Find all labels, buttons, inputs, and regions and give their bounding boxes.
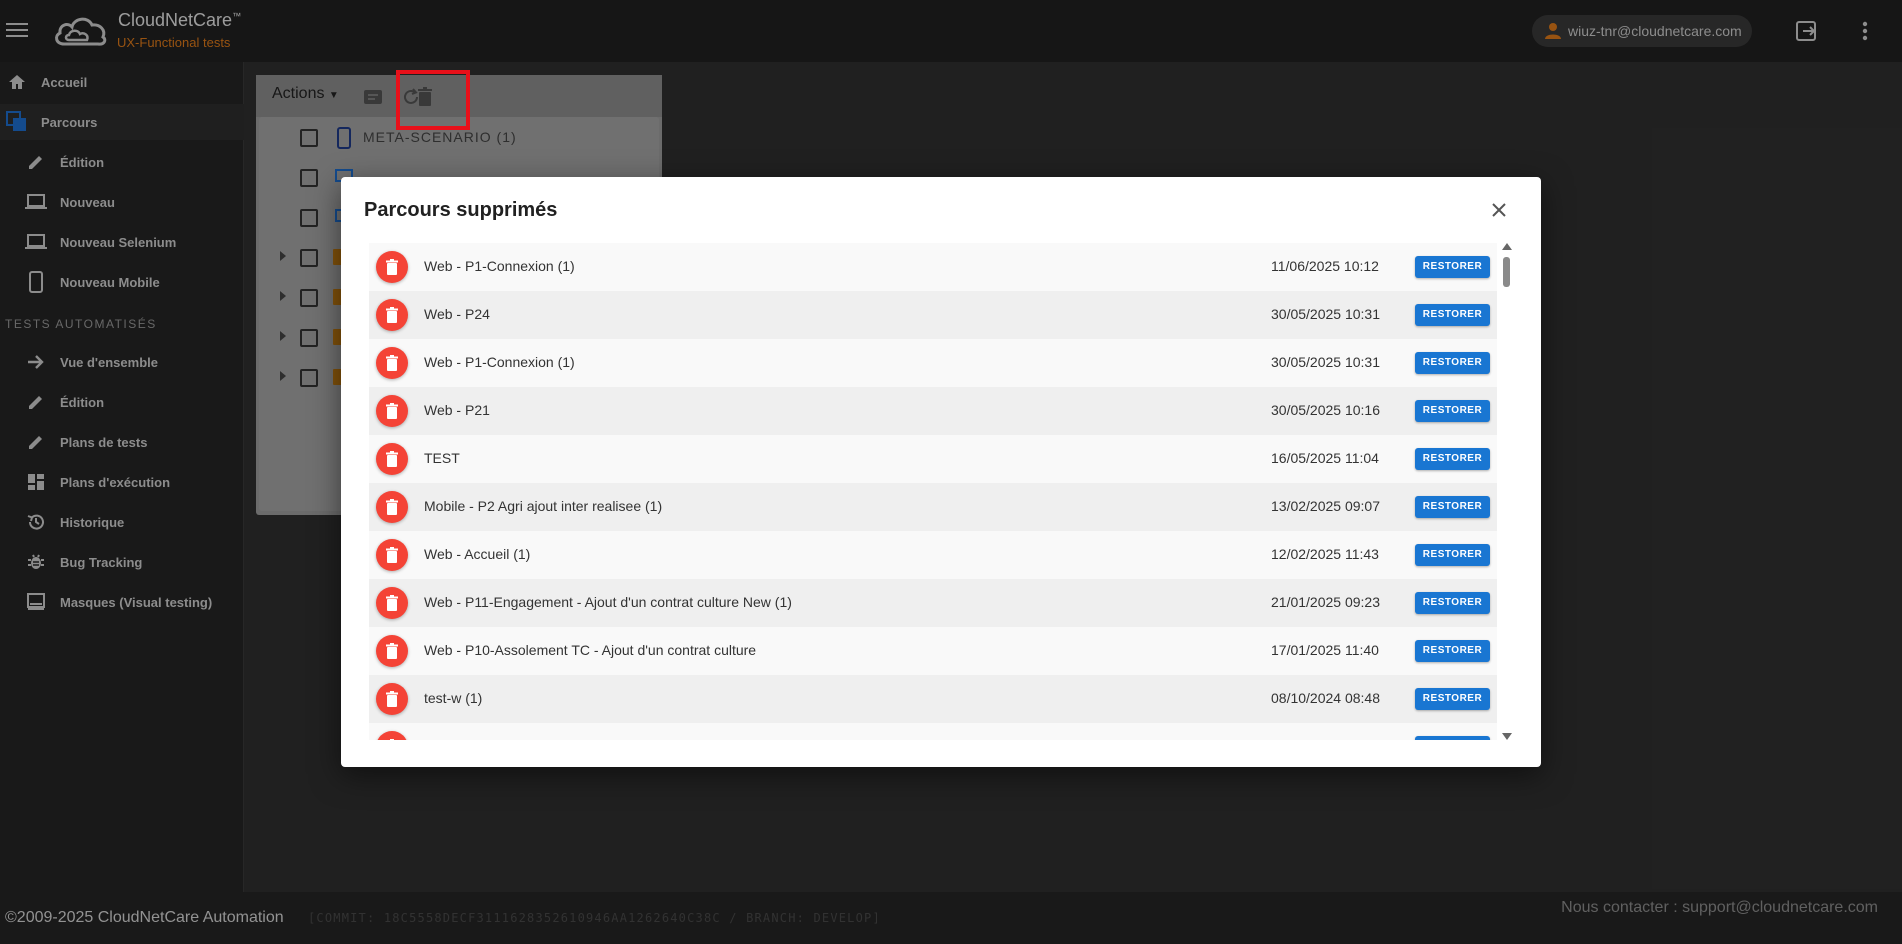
trash-icon [390, 739, 394, 740]
parcours-name: test [424, 738, 447, 740]
delete-button[interactable] [376, 683, 408, 715]
trash-icon [386, 451, 398, 467]
deleted-date: 30/05/2025 10:16 [1271, 402, 1380, 418]
restore-button[interactable]: RESTORER [1415, 496, 1490, 518]
deleted-date: 12/02/2025 11:43 [1271, 546, 1379, 562]
scroll-thumb[interactable] [1503, 257, 1510, 287]
restore-button[interactable]: RESTORER [1415, 688, 1490, 710]
scroll-up-icon[interactable] [1502, 243, 1512, 250]
restore-button[interactable]: RESTORER [1415, 448, 1490, 470]
delete-button[interactable] [376, 347, 408, 379]
delete-button[interactable] [376, 731, 408, 740]
delete-button[interactable] [376, 635, 408, 667]
deleted-date: 21/01/2025 09:23 [1271, 594, 1380, 610]
scroll-down-icon[interactable] [1502, 733, 1512, 740]
close-icon[interactable] [1487, 198, 1511, 222]
deleted-date: 30/05/2025 10:31 [1271, 306, 1380, 322]
list-item: Web - P10-Assolement TC - Ajout d'un con… [369, 627, 1497, 675]
restore-button[interactable]: RESTORER [1415, 304, 1490, 326]
dialog-title: Parcours supprimés [364, 199, 558, 221]
list-item: TEST 16/05/2025 11:04 RESTORER [369, 435, 1497, 483]
deleted-list: Web - P1-Connexion (1) 11/06/2025 10:12 RE… [369, 243, 1497, 740]
list-item: Web - P11-Engagement - Ajout d'un contra… [369, 579, 1497, 627]
parcours-name: Web - P11-Engagement - Ajout d'un contra… [424, 594, 792, 610]
list-item: Web - P24 30/05/2025 10:31 RESTORER [369, 291, 1497, 339]
deleted-date: 17/01/2025 11:40 [1271, 642, 1379, 658]
parcours-name: TEST [424, 450, 460, 466]
trash-icon [386, 307, 398, 323]
trash-icon [386, 403, 398, 419]
trash-icon [386, 691, 398, 707]
deleted-date: 11/06/2025 10:12 [1271, 258, 1379, 274]
parcours-name: Web - P24 [424, 306, 490, 322]
restore-button[interactable]: RESTORER [1415, 592, 1490, 614]
delete-button[interactable] [376, 395, 408, 427]
trash-icon [386, 595, 398, 611]
trash-icon [386, 547, 398, 563]
deleted-date: 08/10/2024 08:48 [1271, 690, 1380, 706]
delete-button[interactable] [376, 587, 408, 619]
restore-button[interactable]: RESTORER [1415, 400, 1490, 422]
delete-button[interactable] [376, 491, 408, 523]
trash-icon [386, 499, 398, 515]
list-scrollbar[interactable] [1501, 243, 1513, 740]
parcours-name: Web - P1-Connexion (1) [424, 354, 575, 370]
trash-icon [386, 259, 398, 275]
list-item: Web - P1-Connexion (1) 30/05/2025 10:31 RE… [369, 339, 1497, 387]
restore-button[interactable]: RESTORER [1415, 640, 1490, 662]
deleted-date: 01/10/2024 09:17 [1271, 738, 1380, 740]
parcours-name: Web - P10-Assolement TC - Ajout d'un con… [424, 642, 757, 658]
highlight-box [396, 70, 470, 130]
list-item: Web - Accueil (1) 12/02/2025 11:43 RESTORE… [369, 531, 1497, 579]
delete-button[interactable] [376, 251, 408, 283]
restore-button[interactable]: RESTORER [1415, 544, 1490, 566]
trash-icon [386, 355, 398, 371]
list-item: Mobile - P2 Agri ajout inter realisee (1… [369, 483, 1497, 531]
deleted-date: 16/05/2025 11:04 [1271, 450, 1379, 466]
restore-button[interactable]: RESTORER [1415, 352, 1490, 374]
deleted-date: 13/02/2025 09:07 [1271, 498, 1380, 514]
parcours-name: Web - P21 [424, 402, 490, 418]
parcours-name: Web - Accueil (1) [424, 546, 531, 562]
restore-button[interactable]: RESTORER [1415, 736, 1490, 740]
list-item: Web - P1-Connexion (1) 11/06/2025 10:12 RE… [369, 243, 1497, 291]
delete-button[interactable] [376, 299, 408, 331]
parcours-name: test-w (1) [424, 690, 483, 706]
deleted-date: 30/05/2025 10:31 [1271, 354, 1380, 370]
list-item: test 01/10/2024 09:17 RESTORER [369, 723, 1497, 740]
deleted-parcours-dialog: Parcours supprimés Web - P1-Connexion (1… [341, 177, 1541, 767]
restore-button[interactable]: RESTORER [1415, 256, 1490, 278]
list-item: Web - P21 30/05/2025 10:16 RESTORER [369, 387, 1497, 435]
trash-icon [386, 643, 398, 659]
list-item: test-w (1) 08/10/2024 08:48 RESTORER [369, 675, 1497, 723]
parcours-name: Mobile - P2 Agri ajout inter realisee (1… [424, 498, 663, 514]
delete-button[interactable] [376, 539, 408, 571]
delete-button[interactable] [376, 443, 408, 475]
parcours-name: Web - P1-Connexion (1) [424, 258, 575, 274]
